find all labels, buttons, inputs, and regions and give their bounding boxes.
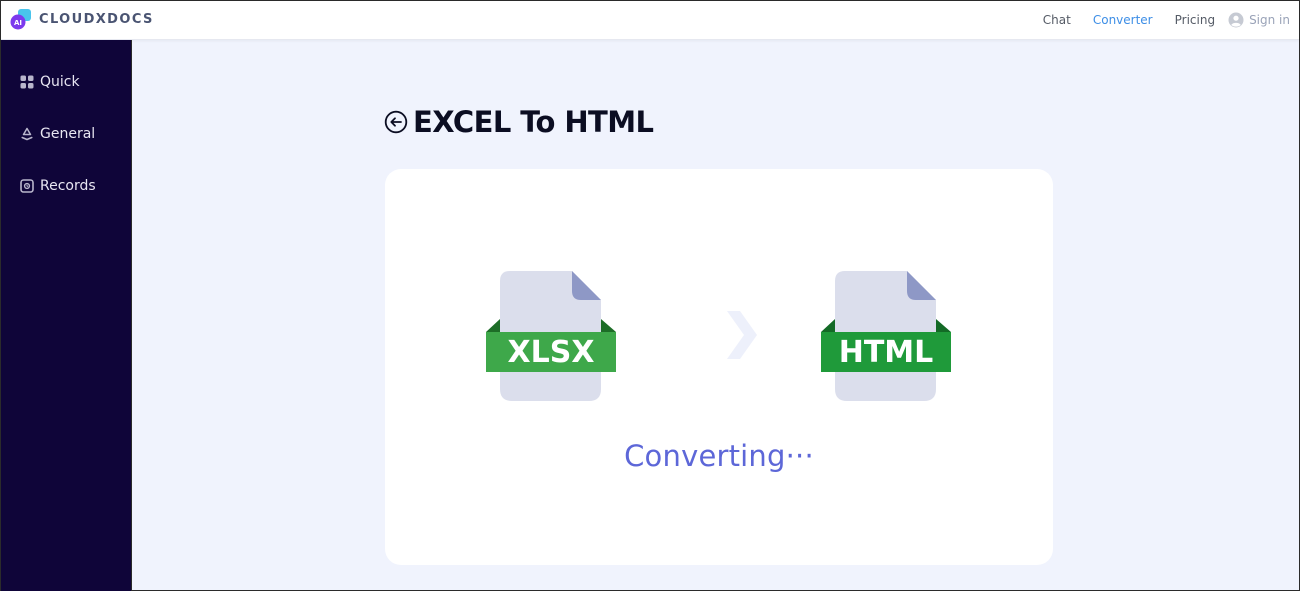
records-icon <box>20 179 34 193</box>
sidebar-item-quick[interactable]: Quick <box>20 74 80 90</box>
nav-converter[interactable]: Converter <box>1093 13 1153 27</box>
conversion-card: XLSX HTML Converting··· <box>385 169 1053 565</box>
main-nav: Chat Converter Pricing Sign in <box>1021 1 1290 39</box>
conversion-status: Converting··· <box>624 439 814 473</box>
logo-icon: AI <box>10 8 32 30</box>
sidebar-item-general[interactable]: General <box>20 126 95 142</box>
nav-chat[interactable]: Chat <box>1043 13 1071 27</box>
page-title: EXCEL To HTML <box>413 105 654 139</box>
brand-name: CLOUDXDOCS <box>39 11 154 27</box>
grid-icon <box>20 75 34 89</box>
recycle-icon <box>21 127 33 141</box>
user-icon <box>1228 12 1244 28</box>
sidebar-item-label: Records <box>40 178 96 194</box>
sign-in-button[interactable]: Sign in <box>1228 12 1290 28</box>
back-arrow-icon <box>384 110 408 134</box>
back-button[interactable] <box>384 110 408 134</box>
sidebar-item-records[interactable]: Records <box>20 178 96 194</box>
source-file-icon: XLSX <box>486 271 616 401</box>
source-format-label: XLSX <box>507 335 595 370</box>
target-file-icon: HTML <box>821 271 951 401</box>
chevron-right-icon <box>726 309 758 365</box>
brand-logo[interactable]: AI CLOUDXDOCS <box>10 8 154 30</box>
page-header: EXCEL To HTML <box>384 105 654 139</box>
nav-pricing[interactable]: Pricing <box>1175 13 1215 27</box>
top-navbar: AI CLOUDXDOCS Chat Converter Pricing Sig… <box>1 1 1299 40</box>
target-format-label: HTML <box>838 335 934 370</box>
logo-badge-text: AI <box>14 19 22 27</box>
sidebar-item-label: Quick <box>40 74 80 90</box>
sign-in-label: Sign in <box>1249 13 1290 27</box>
sidebar: Quick General Records <box>1 40 132 591</box>
sidebar-item-label: General <box>40 126 96 142</box>
